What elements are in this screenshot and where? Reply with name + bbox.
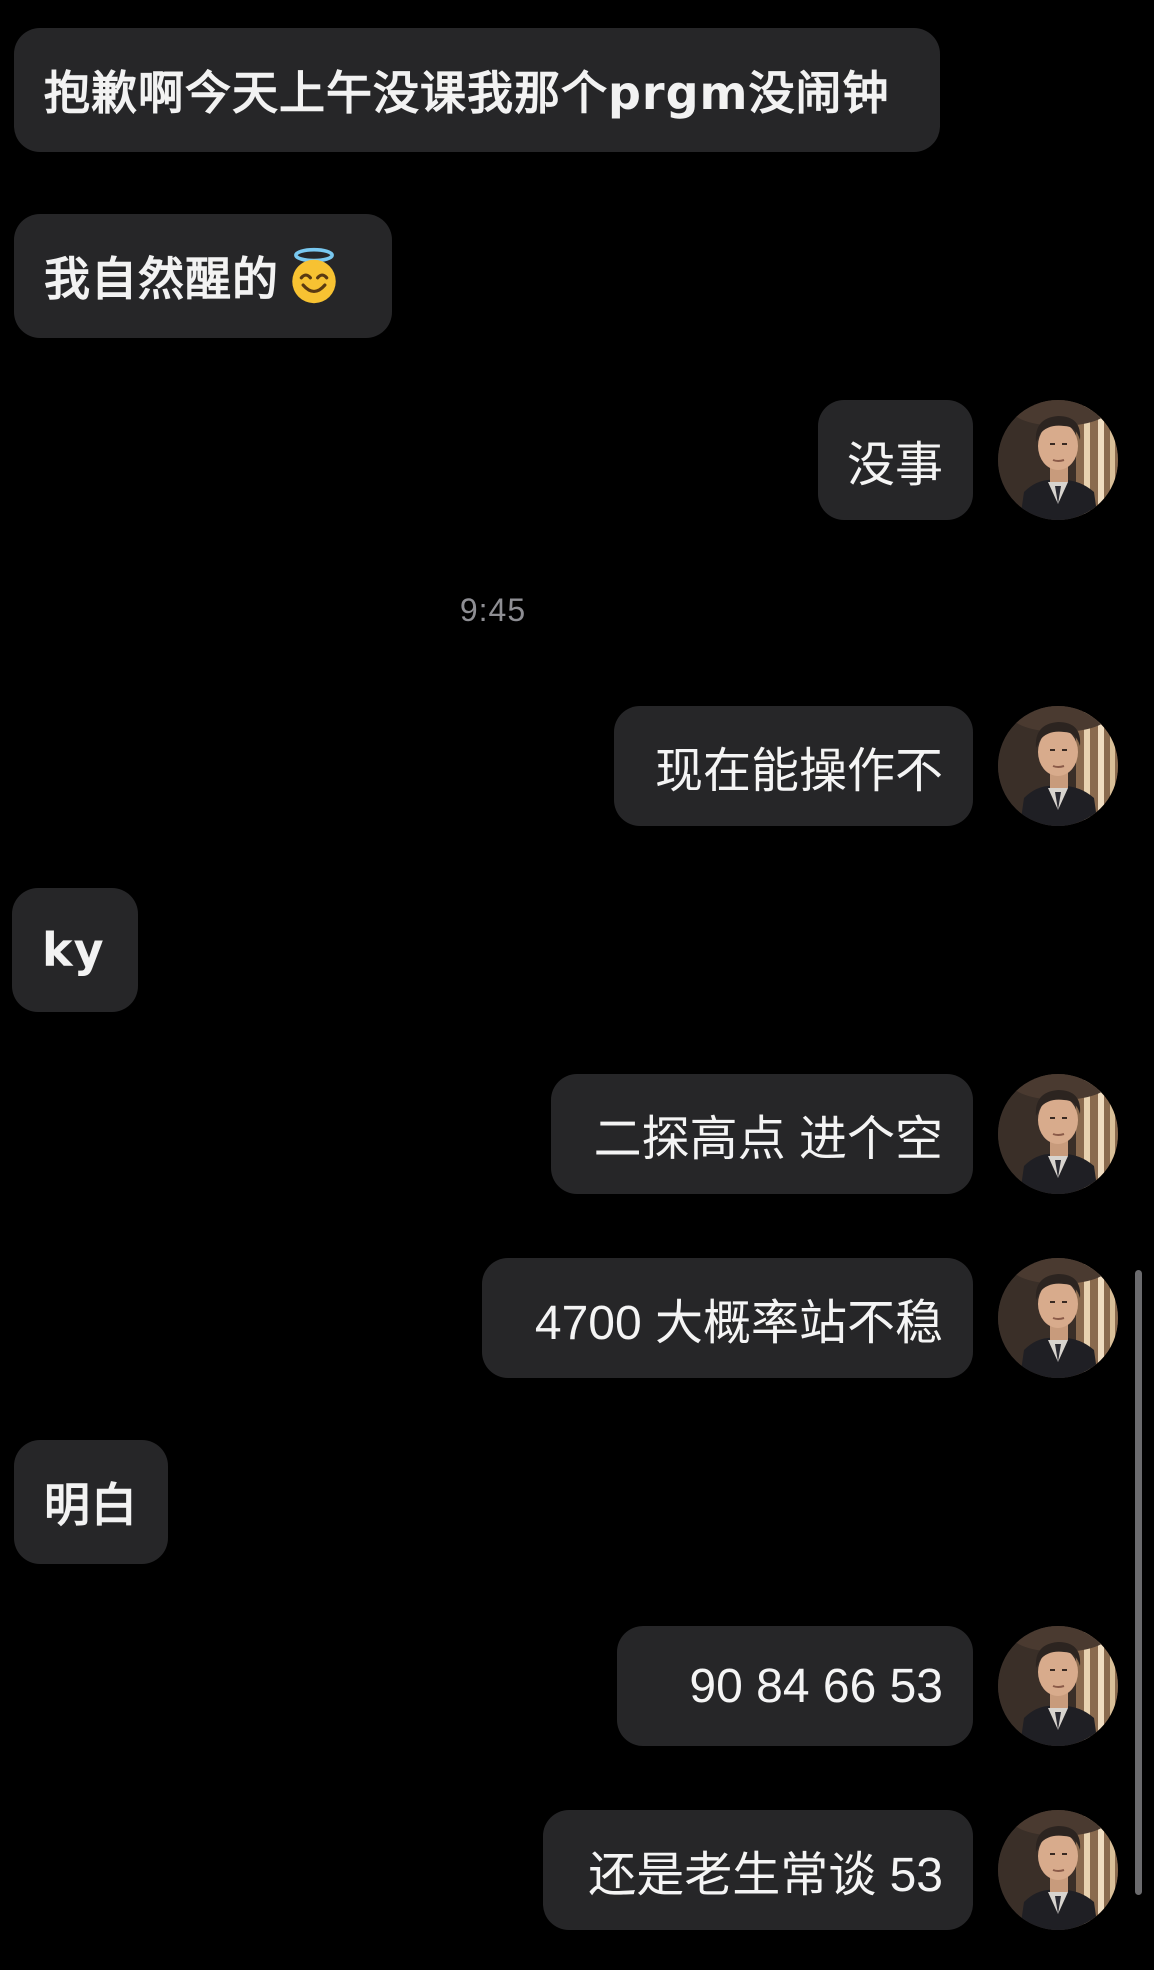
message-bubble-outgoing[interactable]: 没事 [818,400,973,520]
message-text: 没事 [846,439,943,492]
message-bubble-outgoing[interactable]: 还是老生常谈 53 [543,1810,973,1930]
smiling-face-with-halo-icon [285,247,343,305]
avatar[interactable] [998,400,1118,520]
avatar[interactable] [998,1074,1118,1194]
message-text: 4700 大概率站不稳 [534,1297,943,1350]
message-text: 还是老生常谈 53 [588,1849,943,1902]
message-text: 二探高点 进个空 [593,1113,943,1166]
message-bubble-incoming[interactable]: 抱歉啊今天上午没课我那个prgm没闹钟 [14,28,940,152]
avatar[interactable] [998,1258,1118,1378]
scrollbar[interactable] [1135,1270,1142,1895]
message-bubble-outgoing[interactable]: 90 84 66 53 [617,1626,973,1746]
avatar[interactable] [998,1626,1118,1746]
message-text: 明白 [44,1478,138,1532]
message-bubble-incoming[interactable]: 明白 [14,1440,168,1564]
timestamp: 9:45 [459,592,527,628]
message-bubble-outgoing[interactable]: 现在能操作不 [614,706,973,826]
chat-view: 抱歉啊今天上午没课我那个prgm没闹钟 我自然醒的 没事 9:45 现在能操作不… [0,0,1154,1970]
message-text: 抱歉啊今天上午没课我那个prgm没闹钟 [44,66,890,120]
message-text: ky [42,923,105,977]
message-bubble-outgoing[interactable]: 二探高点 进个空 [551,1074,973,1194]
avatar[interactable] [998,706,1118,826]
message-bubble-incoming[interactable]: ky [12,888,138,1012]
message-text: 90 84 66 53 [689,1659,943,1713]
message-bubble-incoming[interactable]: 我自然醒的 [14,214,392,338]
avatar[interactable] [998,1810,1118,1930]
message-text: 现在能操作不 [654,745,943,798]
message-bubble-outgoing[interactable]: 4700 大概率站不稳 [482,1258,973,1378]
message-text: 我自然醒的 [44,252,279,306]
